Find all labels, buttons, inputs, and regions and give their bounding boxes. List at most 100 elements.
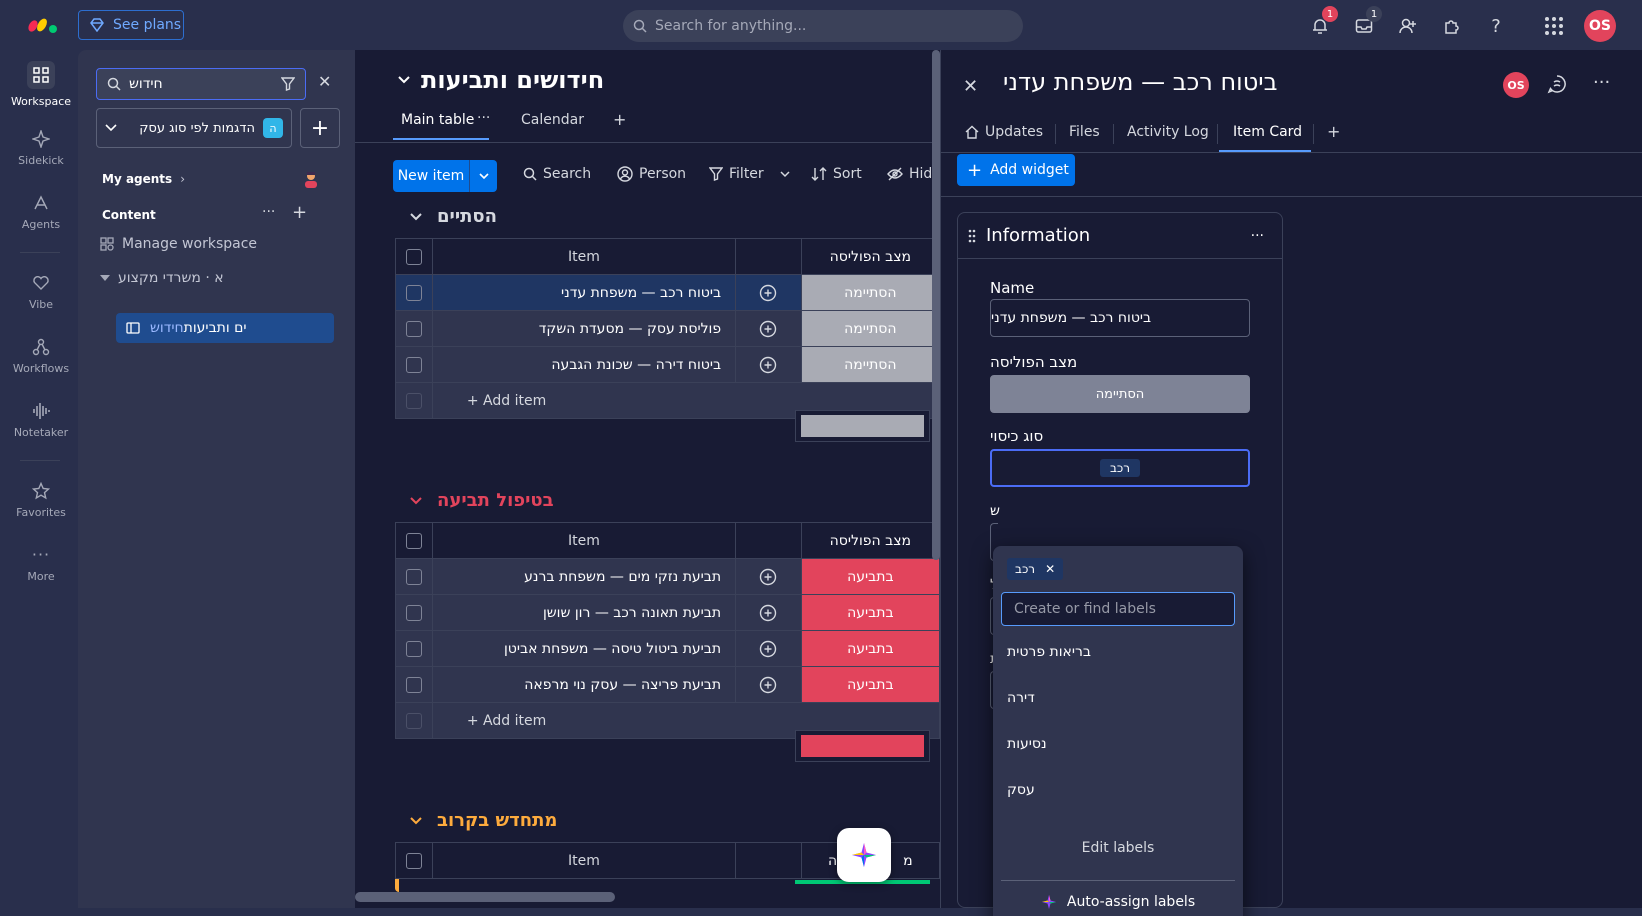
status-cell[interactable]: הסתיימה xyxy=(800,310,940,347)
select-all-checkbox[interactable] xyxy=(395,522,433,559)
row-checkbox[interactable] xyxy=(395,310,433,347)
table-row[interactable]: תביעת ביטול טיסה — משפחת אביטן בתביעה xyxy=(395,630,940,667)
table-row[interactable]: פוליסת עסק — מסעדת השקד הסתיימה xyxy=(395,310,940,347)
selected-label-chip[interactable]: רכב ✕ xyxy=(1007,558,1064,580)
drag-handle-icon[interactable] xyxy=(968,229,976,243)
rail-item-workspace[interactable]: Workspace xyxy=(6,54,76,114)
hide-button[interactable]: Hid xyxy=(887,166,932,182)
rail-item-agents[interactable]: Agents xyxy=(6,182,76,242)
content-add-icon[interactable]: + xyxy=(292,202,307,223)
edit-labels-button[interactable]: Edit labels xyxy=(993,840,1243,856)
board-title[interactable]: חידושים ותביעות xyxy=(397,66,604,94)
close-search-icon[interactable]: ✕ xyxy=(318,72,331,91)
row-item-name[interactable]: ביטוח רכב — משפחת עדני xyxy=(431,274,737,311)
widget-more-icon[interactable]: ··· xyxy=(1251,228,1282,244)
notifications-button[interactable]: 1 xyxy=(1306,6,1338,40)
label-option[interactable]: דירה xyxy=(1007,690,1035,706)
group-title-renewing[interactable]: מתחדש בקרוב xyxy=(409,810,557,831)
tab-main-table[interactable]: Main table xyxy=(401,112,474,128)
column-header-status[interactable]: מצב הפוליסה xyxy=(800,238,940,275)
chevron-down-icon[interactable] xyxy=(409,816,423,825)
tab-updates[interactable]: Updates xyxy=(965,124,1043,140)
manage-workspace-link[interactable]: Manage workspace xyxy=(100,236,257,252)
horizontal-scrollbar[interactable] xyxy=(355,892,615,902)
content-more-icon[interactable]: ··· xyxy=(262,204,275,220)
auto-assign-labels-button[interactable]: Auto-assign labels xyxy=(993,894,1243,910)
column-header-status[interactable]: מצב הפוליסה xyxy=(800,522,940,559)
table-row[interactable]: תביעת פריצה — עסק נוי מרפאה בתביעה xyxy=(395,666,940,703)
apps-grid-button[interactable] xyxy=(1540,12,1568,40)
row-item-name[interactable]: תביעת פריצה — עסק נוי מרפאה xyxy=(431,666,737,703)
rail-item-notetaker[interactable]: Notetaker xyxy=(6,390,76,450)
row-checkbox[interactable] xyxy=(395,594,433,631)
rail-item-workflows[interactable]: Workflows xyxy=(6,326,76,386)
status-field-value[interactable]: הסתיימה xyxy=(990,375,1250,413)
tab-activity-log[interactable]: Activity Log xyxy=(1127,124,1209,140)
add-tab-icon[interactable]: + xyxy=(1327,122,1340,141)
filter-icon[interactable] xyxy=(281,77,305,91)
column-header-item[interactable]: Item xyxy=(431,522,737,559)
add-view-icon[interactable]: + xyxy=(613,110,626,129)
rail-item-sidekick[interactable]: Sidekick xyxy=(6,118,76,178)
tab-files[interactable]: Files xyxy=(1069,124,1100,140)
add-workspace-item-button[interactable]: + xyxy=(300,108,340,148)
table-row[interactable]: ביטוח רכב — משפחת עדני הסתיימה xyxy=(395,274,940,311)
chevron-down-icon[interactable] xyxy=(409,496,423,505)
chevron-down-icon[interactable] xyxy=(780,170,790,178)
close-panel-icon[interactable]: ✕ xyxy=(963,76,978,97)
tab-item-card[interactable]: Item Card xyxy=(1233,124,1302,140)
status-cell[interactable]: בתביעה xyxy=(800,630,940,667)
status-cell[interactable]: בתביעה xyxy=(800,558,940,595)
invite-members-button[interactable] xyxy=(1394,12,1422,40)
add-update-icon[interactable] xyxy=(735,274,802,311)
item-title[interactable]: ביטוח רכב — משפחת עדני xyxy=(1003,68,1278,96)
sort-button[interactable]: Sort xyxy=(811,166,862,182)
add-widget-button[interactable]: + Add widget xyxy=(957,154,1075,186)
status-cell[interactable]: הסתיימה xyxy=(800,346,940,383)
person-filter-button[interactable]: Person xyxy=(617,166,686,182)
user-avatar[interactable]: OS xyxy=(1584,10,1616,42)
tab-more-icon[interactable]: ··· xyxy=(477,110,490,126)
status-cell[interactable]: בתביעה xyxy=(800,594,940,631)
item-owner-avatar[interactable]: OS xyxy=(1503,72,1529,98)
row-item-name[interactable]: פוליסת עסק — מסעדת השקד xyxy=(431,310,737,347)
add-update-icon[interactable] xyxy=(735,666,802,703)
see-plans-button[interactable]: See plans xyxy=(78,10,184,40)
inbox-button[interactable]: 1 xyxy=(1350,6,1382,40)
label-option[interactable]: נסיעות xyxy=(1007,736,1047,752)
rail-item-more[interactable]: ··· More xyxy=(6,534,76,594)
status-cell[interactable]: הסתיימה xyxy=(800,274,940,311)
add-update-icon[interactable] xyxy=(735,630,802,667)
workspace-search-input[interactable]: חידוש xyxy=(96,68,306,100)
rail-item-favorites[interactable]: Favorites xyxy=(6,470,76,530)
row-checkbox[interactable] xyxy=(395,630,433,667)
agent-avatar-icon[interactable] xyxy=(302,170,320,188)
filter-button[interactable]: Filter xyxy=(709,166,790,182)
name-field-input[interactable]: ביטוח רכב — משפחת עדני xyxy=(990,299,1250,337)
add-update-icon[interactable] xyxy=(735,594,802,631)
board-link-renewals-claims[interactable]: ים ותביעותחידוש xyxy=(116,313,334,343)
rail-item-vibe[interactable]: Vibe xyxy=(6,262,76,322)
remove-label-icon[interactable]: ✕ xyxy=(1045,562,1055,576)
workspace-selector[interactable]: ה הדגמות לפי סוג עסק xyxy=(96,108,292,148)
table-row[interactable]: תביעת תאונה רכב — רון שושן בתביעה xyxy=(395,594,940,631)
table-row[interactable]: ביטוח דירה — שכונת הגבעה הסתיימה xyxy=(395,346,940,383)
my-agents-link[interactable]: My agents › xyxy=(102,172,185,186)
row-checkbox[interactable] xyxy=(395,346,433,383)
coverage-field-dropdown[interactable]: רכב xyxy=(990,449,1250,487)
row-item-name[interactable]: תביעת תאונה רכב — רון שושן xyxy=(431,594,737,631)
row-item-name[interactable]: תביעת ביטול טיסה — משפחת אביטן xyxy=(431,630,737,667)
row-checkbox[interactable] xyxy=(395,666,433,703)
status-cell[interactable]: בתביעה xyxy=(800,666,940,703)
label-option[interactable]: עסק xyxy=(1007,782,1035,798)
label-option[interactable]: בריאות פרטית xyxy=(1007,644,1091,660)
select-all-checkbox[interactable] xyxy=(395,238,433,275)
apps-marketplace-button[interactable] xyxy=(1438,12,1466,40)
vertical-scrollbar[interactable] xyxy=(932,50,940,560)
new-item-button[interactable]: New item xyxy=(393,160,497,192)
column-header-item[interactable]: Item xyxy=(431,238,737,275)
table-row[interactable]: תביעת נזקי מים — משפחת ברנע בתביעה xyxy=(395,558,940,595)
item-more-icon[interactable]: ··· xyxy=(1593,72,1610,93)
column-header-item[interactable]: Item xyxy=(431,842,737,879)
chevron-down-icon[interactable] xyxy=(409,212,423,221)
